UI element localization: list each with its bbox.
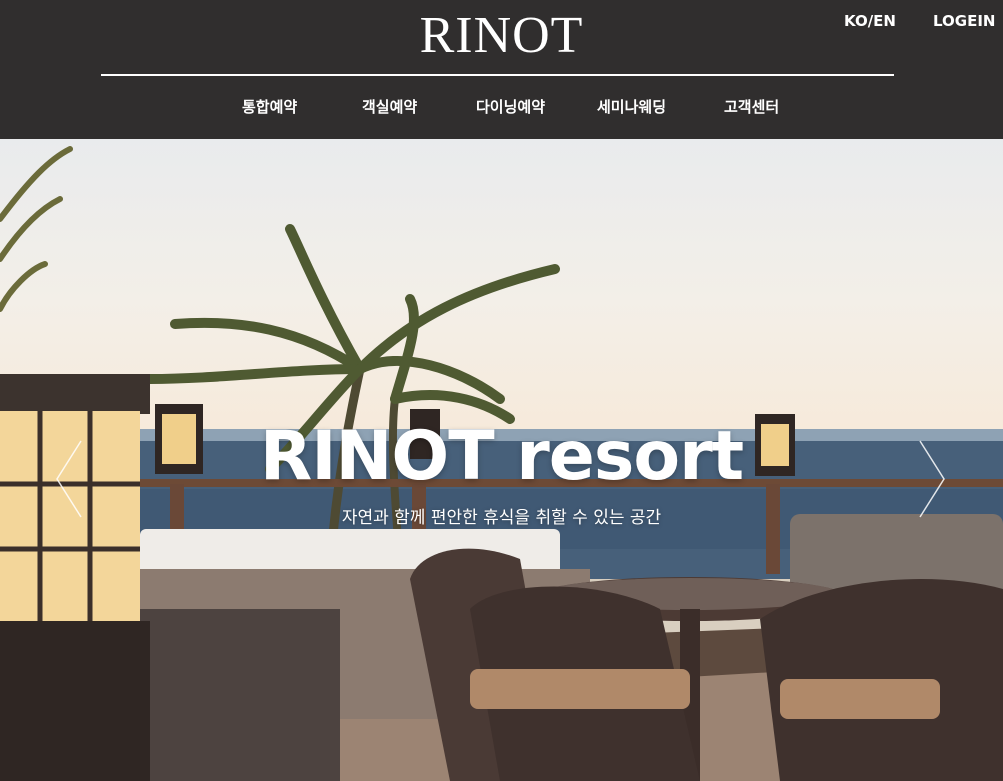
header-divider [101, 74, 894, 76]
nav-item-dining-reservation[interactable]: 다이닝예약 [476, 96, 545, 117]
site-header: RINOT KO/EN LOGEIN 통합예약 객실예약 다이닝예약 세미나웨딩… [0, 0, 1003, 139]
nav-item-room-reservation[interactable]: 객실예약 [362, 96, 417, 117]
main-nav: 통합예약 객실예약 다이닝예약 세미나웨딩 고객센터 [0, 96, 1003, 120]
chevron-left-icon [56, 440, 82, 518]
hero-banner: RINOT resort 자연과 함께 편안한 휴식을 취할 수 있는 공간 [0, 139, 1003, 781]
carousel-next-button[interactable] [918, 439, 946, 519]
hero-title: RINOT resort [259, 417, 744, 496]
login-link[interactable]: LOGEIN [933, 12, 995, 30]
carousel-prev-button[interactable] [55, 439, 83, 519]
hero-subtitle: 자연과 함께 편안한 휴식을 취할 수 있는 공간 [341, 508, 662, 528]
chevron-right-icon [919, 440, 945, 518]
language-toggle[interactable]: KO/EN [844, 12, 896, 30]
nav-item-integrated-reservation[interactable]: 통합예약 [242, 96, 297, 117]
nav-item-seminar-wedding[interactable]: 세미나웨딩 [597, 96, 666, 117]
nav-item-customer-center[interactable]: 고객센터 [724, 96, 779, 117]
